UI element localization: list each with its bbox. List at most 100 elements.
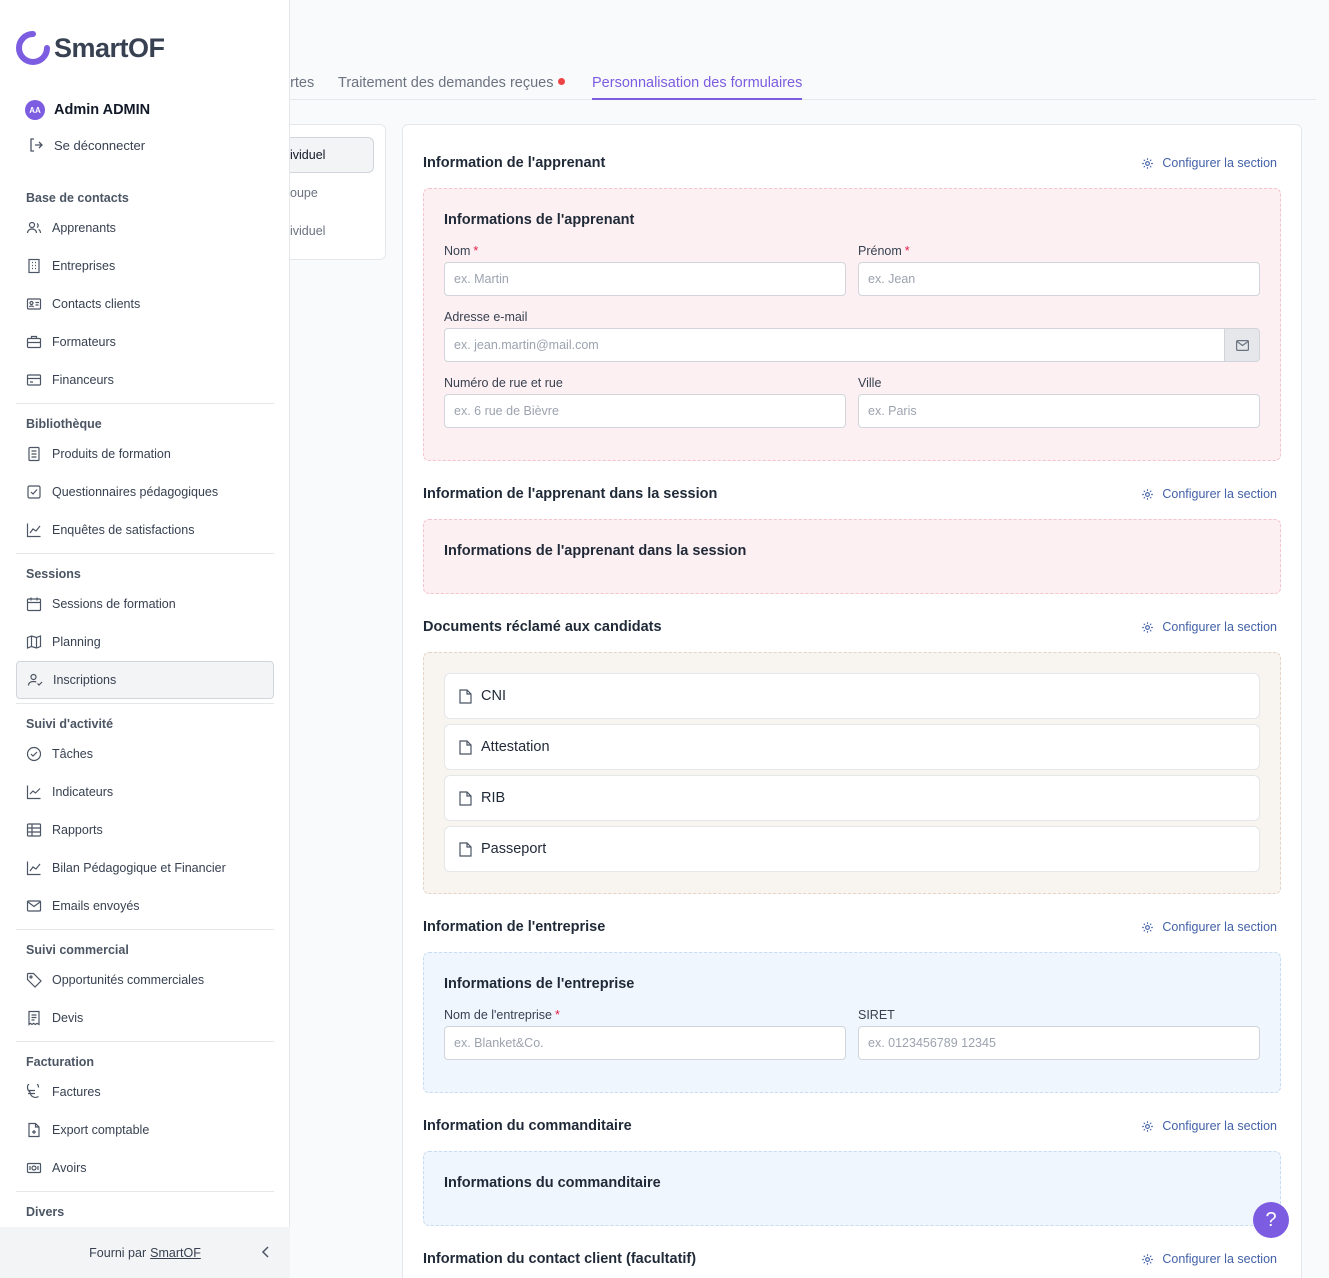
entreprise-name-input[interactable] xyxy=(444,1026,846,1060)
sidebar-item-enqu-tes-de-satisfactions[interactable]: Enquêtes de satisfactions xyxy=(16,511,274,549)
sidebar-item-inscriptions[interactable]: Inscriptions xyxy=(16,661,274,699)
receipt-icon xyxy=(28,1010,40,1026)
form-type-label: ividuel xyxy=(290,148,326,162)
map-icon xyxy=(26,635,42,649)
gear-icon xyxy=(1142,921,1154,933)
document-icon xyxy=(28,446,40,462)
form-type-label: oupe xyxy=(290,186,318,200)
gear-icon xyxy=(1142,1120,1154,1132)
nav-group-title: Suivi commercial xyxy=(26,943,129,957)
briefcase-icon xyxy=(26,335,42,349)
trend-icon xyxy=(26,785,41,800)
sidebar-item-opportunit-s-commerciales[interactable]: Opportunités commerciales xyxy=(16,961,274,999)
sidebar-item-entreprises[interactable]: Entreprises xyxy=(16,247,274,285)
sidebar-item-label: Planning xyxy=(52,635,101,649)
section-title: Information du contact client (facultati… xyxy=(423,1251,697,1267)
id-card-icon xyxy=(26,298,42,310)
mail-icon xyxy=(1235,339,1249,351)
sidebar-item-contacts-clients[interactable]: Contacts clients xyxy=(16,285,274,323)
prenom-input[interactable] xyxy=(858,262,1260,296)
nav-group-title: Base de contacts xyxy=(26,191,129,205)
nav-group: Base de contacts Apprenants Entreprises Con… xyxy=(16,178,274,404)
nav-group: Bibliothèque Produits de formation Questio… xyxy=(16,404,274,554)
document-item[interactable]: CNI xyxy=(444,673,1260,719)
configure-section-button[interactable]: Configurer la section xyxy=(1141,1252,1277,1266)
section-box-session: Informations de l'apprenant dans la sess… xyxy=(423,519,1281,594)
sidebar-item-apprenants[interactable]: Apprenants xyxy=(16,209,274,247)
section-box-entreprise: Informations de l'entreprise Nom de l'en… xyxy=(423,952,1281,1093)
footer-link[interactable]: SmartOF xyxy=(150,1246,201,1260)
sidebar-nav: Base de contacts Apprenants Entreprises Con… xyxy=(16,178,274,1227)
sidebar-item-label: Indicateurs xyxy=(52,785,114,799)
email-addon xyxy=(1224,328,1260,362)
document-label: Passeport xyxy=(481,841,547,857)
sidebar-item-indicateurs[interactable]: Indicateurs xyxy=(16,773,274,811)
sidebar-item-devis[interactable]: Devis xyxy=(16,999,274,1037)
tab-personnalisation[interactable]: Personnalisation des formulaires xyxy=(592,75,803,100)
sidebar-item-t-ches[interactable]: Tâches xyxy=(16,735,274,773)
ville-input[interactable] xyxy=(858,394,1260,428)
sidebar-item-sessions-de-formation[interactable]: Sessions de formation xyxy=(16,585,274,623)
tab-traitement[interactable]: Traitement des demandes reçues xyxy=(338,75,566,91)
smartof-logo-icon xyxy=(16,31,50,65)
sidebar-item-label: Inscriptions xyxy=(53,673,117,687)
configure-section-button[interactable]: Configurer la section xyxy=(1141,620,1277,634)
logo[interactable]: SmartOF xyxy=(16,31,165,65)
file-export-icon xyxy=(28,1122,40,1138)
document-item[interactable]: RIB xyxy=(444,775,1260,821)
box-title: Informations de l'apprenant dans la sess… xyxy=(444,543,747,559)
form-type-item[interactable]: ividuel xyxy=(290,137,374,173)
configure-label: Configurer la section xyxy=(1162,620,1277,634)
sidebar-item-produits-de-formation[interactable]: Produits de formation xyxy=(16,435,274,473)
document-item[interactable]: Attestation xyxy=(444,724,1260,770)
form-type-item[interactable]: ividuel xyxy=(290,213,374,249)
form-type-item[interactable]: oupe xyxy=(290,175,374,211)
sidebar-item-export-comptable[interactable]: Export comptable xyxy=(16,1111,274,1149)
section-title: Information du commanditaire xyxy=(423,1118,632,1134)
sidebar-item-label: Factures xyxy=(52,1085,101,1099)
nom-input[interactable] xyxy=(444,262,846,296)
logout-button[interactable]: Se déconnecter xyxy=(28,137,145,153)
form-type-list: ividuel oupe ividuel xyxy=(290,124,386,260)
sidebar-item-avoirs[interactable]: Avoirs xyxy=(16,1149,274,1187)
section-header-documents: Documents réclamé aux candidats Configur… xyxy=(423,616,1279,638)
configure-section-button[interactable]: Configurer la section xyxy=(1141,920,1277,934)
gear-icon xyxy=(1142,621,1154,633)
file-icon xyxy=(459,841,472,857)
configure-section-button[interactable]: Configurer la section xyxy=(1141,156,1277,170)
user-profile[interactable]: AA Admin ADMIN xyxy=(25,100,150,120)
sidebar-item-label: Sessions de formation xyxy=(52,597,176,611)
configure-label: Configurer la section xyxy=(1162,156,1277,170)
siret-input[interactable] xyxy=(858,1026,1260,1060)
help-button[interactable]: ? xyxy=(1253,1202,1289,1238)
configure-section-button[interactable]: Configurer la section xyxy=(1141,487,1277,501)
nom-label: Nom * xyxy=(444,244,479,258)
sidebar-item-label: Rapports xyxy=(52,823,103,837)
sidebar-item-formateurs[interactable]: Formateurs xyxy=(16,323,274,361)
sidebar-item-financeurs[interactable]: Financeurs xyxy=(16,361,274,399)
section-title: Documents réclamé aux candidats xyxy=(423,619,662,635)
sidebar-item-label: Contacts clients xyxy=(52,297,141,311)
sidebar-item-emails-envoy-s[interactable]: Emails envoyés xyxy=(16,887,274,925)
gear-icon xyxy=(1142,157,1154,169)
configure-section-button[interactable]: Configurer la section xyxy=(1141,1119,1277,1133)
sidebar-item-bilan-p-dagogique-et-financier[interactable]: Bilan Pédagogique et Financier xyxy=(16,849,274,887)
document-item[interactable]: Passeport xyxy=(444,826,1260,872)
chevron-left-icon[interactable] xyxy=(258,1244,274,1260)
configure-label: Configurer la section xyxy=(1162,1252,1277,1266)
sidebar-item-label: Bilan Pédagogique et Financier xyxy=(52,861,226,875)
sidebar-item-questionnaires-p-dagogiques[interactable]: Questionnaires pédagogiques xyxy=(16,473,274,511)
section-header-session: Information de l'apprenant dans la sessi… xyxy=(423,483,1279,505)
nav-group: Suivi d'activité Tâches Indicateurs Rapport… xyxy=(16,704,274,930)
sidebar-item-planning[interactable]: Planning xyxy=(16,623,274,661)
document-label: RIB xyxy=(481,790,506,806)
nav-group: Facturation Factures Export comptable Avoir… xyxy=(16,1042,274,1192)
sidebar-item-factures[interactable]: Factures xyxy=(16,1073,274,1111)
document-label: CNI xyxy=(481,688,506,704)
sidebar-item-rapports[interactable]: Rapports xyxy=(16,811,274,849)
sidebar-item-label: Questionnaires pédagogiques xyxy=(52,485,219,499)
tab-label: Personnalisation des formulaires xyxy=(592,75,803,91)
email-input[interactable] xyxy=(444,328,1225,362)
section-box-documents: CNI Attestation RIB Passeport xyxy=(423,652,1281,894)
rue-input[interactable] xyxy=(444,394,846,428)
